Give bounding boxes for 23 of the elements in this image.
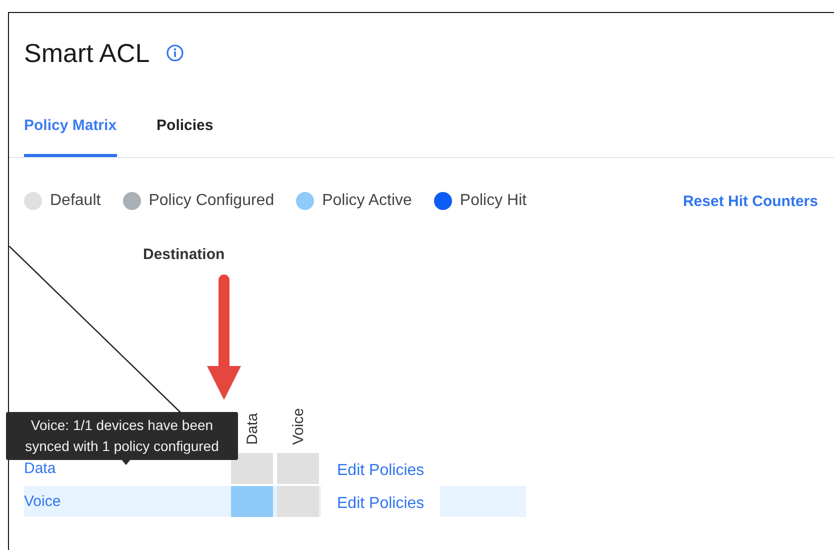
matrix-cell[interactable]: [231, 486, 273, 517]
tooltip: Voice: 1/1 devices have been synced with 1 policy configured: [6, 412, 238, 460]
reset-hit-counters-link[interactable]: Reset Hit Counters: [682, 192, 818, 210]
tab[interactable]: Policies: [156, 111, 214, 157]
page-title: Smart ACL: [24, 38, 150, 68]
info-icon[interactable]: [166, 44, 184, 62]
destination-label: Destination: [143, 246, 225, 263]
matrix-row[interactable]: Voice Edit Policies: [24, 486, 526, 517]
matrix-cell[interactable]: [277, 453, 319, 484]
column-header: Data: [244, 413, 260, 445]
row-label[interactable]: Data: [24, 460, 231, 477]
edit-policies-link[interactable]: Edit Policies: [321, 453, 440, 484]
row-label[interactable]: Voice: [24, 493, 231, 510]
matrix-cell[interactable]: [231, 453, 273, 484]
legend-label: Policy Active: [322, 192, 412, 210]
legend-label: Policy Configured: [148, 192, 274, 210]
tab[interactable]: Policy Matrix: [24, 111, 117, 157]
tooltip-pointer: [121, 459, 131, 465]
column-header: Voice: [290, 408, 306, 445]
edit-policies-link[interactable]: Edit Policies: [321, 486, 440, 517]
legend-label: Default: [50, 192, 101, 210]
legend-label: Policy Hit: [460, 192, 527, 210]
matrix-cell[interactable]: [277, 486, 319, 517]
